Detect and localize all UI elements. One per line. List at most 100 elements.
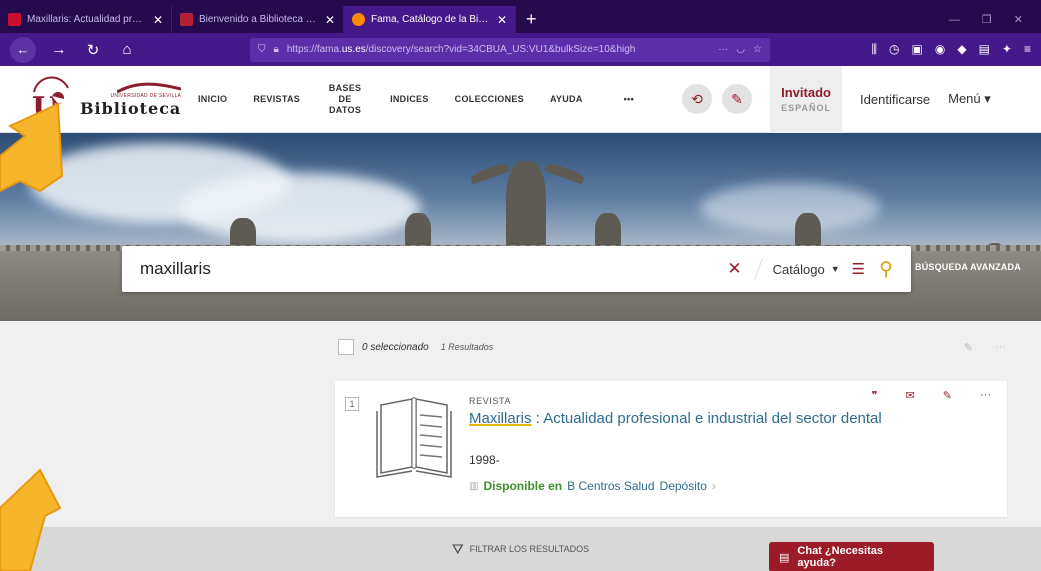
- logo-swoosh-icon: [117, 82, 182, 93]
- main-menu: INICIO REVISTAS BASES DE DATOS INDICES C…: [185, 66, 662, 133]
- location-library: B Centros Salud: [567, 479, 655, 493]
- select-all-checkbox[interactable]: [338, 339, 354, 355]
- close-window-icon[interactable]: ✕: [1014, 13, 1023, 26]
- annotation-arrow-icon: [0, 102, 64, 193]
- availability-link[interactable]: ▥ Disponible en B Centros Salud Depósito…: [469, 479, 716, 493]
- search-bar: maxillaris ✕ Catálogo ▼ ☰ ⚲: [122, 246, 911, 292]
- browser-tab-bar: Maxillaris: Actualidad profesion ✕ Bienv…: [0, 0, 1041, 33]
- clear-search-icon[interactable]: ✕: [719, 259, 749, 279]
- extension-icon[interactable]: ◆: [957, 42, 966, 57]
- pin-icon[interactable]: ✎: [943, 389, 952, 402]
- hero-banner: [0, 133, 1041, 321]
- language-label[interactable]: ESPAÑOL: [781, 103, 831, 113]
- advanced-search-link[interactable]: BÚSQUEDA AVANZADA: [915, 262, 1021, 272]
- result-actions: ❞ ✉ ✎ ···: [872, 389, 991, 402]
- menu-button[interactable]: Menú ▾: [948, 91, 991, 107]
- close-tab-icon[interactable]: ✕: [153, 13, 163, 27]
- sidebar-icon[interactable]: ▣: [912, 42, 923, 57]
- menu-more-button[interactable]: •••: [596, 94, 662, 105]
- browser-tab-biblioteca[interactable]: Bienvenido a Biblioteca Univer ✕: [172, 6, 344, 33]
- search-history-icon[interactable]: ⟲: [682, 84, 713, 114]
- guest-name: Invitado: [781, 85, 831, 100]
- page-actions-icon[interactable]: ···: [718, 44, 728, 55]
- results-area: 0 seleccionado 1 Resultados ✎ ··· 1 REVI…: [0, 321, 1041, 571]
- tab-title: Fama, Catálogo de la Biblioteca: [371, 14, 491, 25]
- result-number: 1: [345, 397, 359, 411]
- more-options-icon[interactable]: ···: [980, 389, 991, 402]
- chevron-down-icon[interactable]: ▼: [831, 264, 840, 274]
- browser-tab-maxillaris[interactable]: Maxillaris: Actualidad profesion ✕: [0, 6, 172, 33]
- menu-item-colecciones[interactable]: COLECCIONES: [442, 94, 537, 105]
- pocket-icon[interactable]: ◡: [736, 44, 745, 55]
- results-toolbar: 0 seleccionado 1 Resultados ✎ ···: [338, 337, 1006, 357]
- statue-wing: [469, 161, 511, 185]
- logo-title: Biblioteca: [80, 98, 182, 118]
- annotation-arrow-icon: [0, 468, 62, 571]
- minimize-icon[interactable]: —: [949, 14, 960, 26]
- email-icon[interactable]: ✉: [906, 389, 915, 402]
- gift-icon[interactable]: ✦: [1002, 42, 1012, 57]
- menu-item-revistas[interactable]: REVISTAS: [240, 94, 313, 105]
- chevron-right-icon: ›: [711, 479, 716, 493]
- filter-funnel-icon: ⛛: [451, 540, 464, 557]
- window-controls: — ❐ ✕: [949, 6, 1041, 33]
- search-input[interactable]: maxillaris: [140, 259, 719, 279]
- statue-wing: [544, 161, 586, 185]
- search-filters-icon[interactable]: ☰: [852, 260, 865, 278]
- hamburger-menu-icon[interactable]: ≡: [1024, 42, 1031, 57]
- browser-toolbar-icons: ⫼ ◷ ▣ ◉ ◆ ▤ ✦ ≡: [872, 42, 1032, 57]
- availability-status: Disponible en: [483, 479, 563, 493]
- chat-label: Chat ¿Necesitas ayuda?: [797, 545, 883, 569]
- cloud: [700, 183, 880, 233]
- tab-title: Maxillaris: Actualidad profesion: [27, 14, 147, 25]
- new-tab-icon[interactable]: +: [516, 6, 547, 33]
- search-divider: [753, 258, 763, 280]
- menu-item-ayuda[interactable]: AYUDA: [537, 94, 596, 105]
- browser-tab-fama[interactable]: Fama, Catálogo de la Biblioteca ✕: [344, 6, 516, 33]
- library-icon[interactable]: ⫼: [872, 42, 878, 57]
- tab-favicon-icon: [8, 13, 21, 26]
- login-button[interactable]: Identificarse: [842, 92, 948, 107]
- pin-icon[interactable]: ✎: [964, 341, 973, 354]
- search-icon[interactable]: ⚲: [879, 258, 893, 281]
- container-icon[interactable]: ▤: [979, 42, 990, 57]
- close-tab-icon[interactable]: ✕: [325, 13, 335, 27]
- menu-item-indices[interactable]: INDICES: [377, 94, 442, 105]
- browser-nav-bar: ← → ↻ ⌂ ⛉ 🔒︎ https://fama.us.es/discover…: [0, 33, 1041, 66]
- home-icon[interactable]: ⌂: [116, 41, 138, 58]
- menu-item-inicio[interactable]: INICIO: [185, 94, 240, 105]
- restore-icon[interactable]: ❐: [982, 13, 992, 26]
- result-year: 1998-: [469, 453, 500, 467]
- chat-help-button[interactable]: ▤ Chat ¿Necesitas ayuda?: [769, 542, 934, 571]
- history-clock-icon[interactable]: ◷: [889, 42, 899, 57]
- back-arrow-icon[interactable]: ←: [10, 36, 36, 63]
- location-shelf: Depósito: [659, 479, 707, 493]
- statue: [506, 161, 546, 251]
- bookmark-star-icon[interactable]: ☆: [753, 44, 762, 55]
- tab-favicon-icon: [352, 13, 365, 26]
- url-bar[interactable]: ⛉ 🔒︎ https://fama.us.es/discovery/search…: [250, 37, 770, 62]
- reload-icon[interactable]: ↻: [82, 41, 104, 59]
- close-tab-icon[interactable]: ✕: [497, 13, 507, 27]
- results-count: 1 Resultados: [440, 342, 494, 352]
- account-icon[interactable]: ◉: [935, 42, 945, 57]
- selected-count: 0 seleccionado: [362, 341, 429, 353]
- shield-icon[interactable]: ⛉: [258, 44, 266, 55]
- tab-favicon-icon: [180, 13, 193, 26]
- lock-icon: 🔒︎: [273, 44, 279, 55]
- logo-words: UNIVERSIDAD DE SEVILLA Biblioteca: [80, 81, 182, 118]
- citation-icon[interactable]: ❞: [872, 389, 878, 402]
- results-toolbar-actions: ✎ ···: [964, 341, 1006, 354]
- journal-book-icon: [376, 397, 452, 478]
- site-header: U UNIVERSIDAD DE SEVILLA Biblioteca INIC…: [0, 65, 1041, 133]
- result-card[interactable]: 1 REVISTA Maxillaris : Actualidad profes…: [335, 381, 1007, 517]
- pin-icon[interactable]: ✎: [722, 84, 753, 114]
- more-options-icon[interactable]: ···: [995, 341, 1006, 354]
- cloud: [180, 173, 420, 243]
- menu-item-bases-de-datos[interactable]: BASES DE DATOS: [313, 83, 377, 116]
- search-scope-select[interactable]: Catálogo: [767, 262, 831, 277]
- chevron-down-icon: ▾: [984, 91, 991, 106]
- result-title-link[interactable]: Maxillaris : Actualidad profesional e in…: [469, 409, 889, 429]
- forward-arrow-icon[interactable]: →: [48, 41, 70, 58]
- guest-panel[interactable]: Invitado ESPAÑOL: [770, 65, 843, 133]
